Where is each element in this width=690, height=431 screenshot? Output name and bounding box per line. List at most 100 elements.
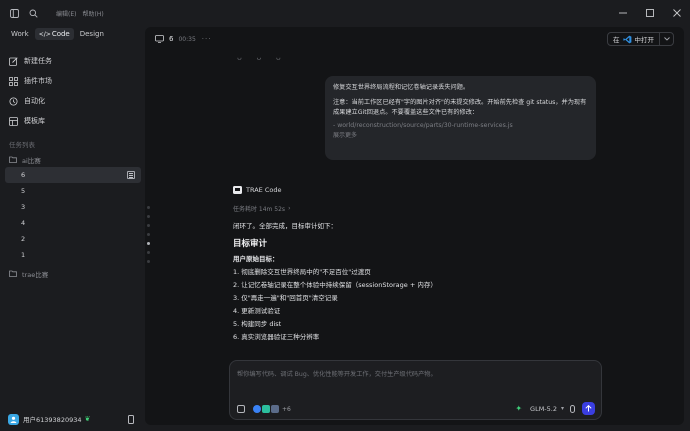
folder-label: trae比赛 [22, 270, 49, 279]
agent-avatar-icon [262, 405, 270, 413]
agent-name: TRAE Code [246, 186, 282, 194]
task-item-5[interactable]: 5 [5, 183, 141, 199]
open-in-main[interactable]: 在 中打开 [608, 33, 659, 45]
timeline-dot[interactable] [147, 215, 150, 218]
conversation-timeline[interactable] [147, 206, 152, 269]
sidebar: Work </>Code Design 新建任务 插件市场 自动化 模板库 任务… [0, 26, 144, 431]
send-button[interactable] [582, 402, 595, 415]
menu-edit[interactable]: 编辑(E) [56, 9, 76, 18]
sidebar-item-label: 新建任务 [24, 57, 52, 65]
task-item-1[interactable]: 1 [5, 247, 141, 263]
open-in-editor-button[interactable]: 在 中打开 [607, 32, 674, 46]
goal-list: 1. 彻底删除交互世界终局中的"不足百位"过渡页 2. 让记忆卷轴记录在整个体验… [233, 268, 613, 342]
session-time: 00:35 [178, 35, 196, 43]
folder-icon [9, 156, 17, 164]
task-list-title: 任务列表 [9, 141, 35, 149]
minimize-icon[interactable] [609, 0, 636, 26]
folder-trae-contest[interactable]: trae比赛 [0, 266, 144, 281]
session-number: 6 [169, 35, 174, 43]
sidebar-nav: 新建任务 插件市场 自动化 模板库 [0, 51, 144, 131]
elapsed-toggle[interactable]: 任务耗时 14m 52s › [233, 204, 613, 213]
list-item: 2. 让记忆卷轴记录在整个体验中持续保留（sessionStorage + 内存… [233, 281, 437, 289]
title-bar: 编辑(E) 帮助(H) [0, 0, 690, 26]
window-controls [609, 0, 690, 26]
faded-glyphs: ᴗ ᴗ ᴗ [237, 53, 287, 62]
folder-icon [9, 270, 17, 278]
agent-reply: TRAE Code 任务耗时 14m 52s › 闭环了。全部完成，目标审计如下… [233, 184, 613, 346]
close-icon[interactable] [663, 0, 690, 26]
task-item-4[interactable]: 4 [5, 215, 141, 231]
chevron-down-icon[interactable] [659, 33, 673, 45]
agent-avatar-icon [271, 405, 279, 413]
task-item-2[interactable]: 2 [5, 231, 141, 247]
search-icon[interactable] [28, 8, 38, 18]
timeline-dot[interactable] [147, 233, 150, 236]
show-more-link[interactable]: 展示更多 [333, 131, 588, 141]
list-item: 3. 仅"再走一遍"和"回首页"清空记录 [233, 294, 338, 302]
list-item: 6. 真实浏览器验证三种分辨率 [233, 333, 320, 341]
elapsed-time: 任务耗时 14m 52s [233, 206, 286, 213]
agent-selector[interactable]: +6 [253, 405, 291, 413]
user-message-bubble: 修复交互世界终局流程和记忆卷轴记录丢失问题。 注意：当前工作区已经有"字的图片对… [325, 76, 596, 160]
timeline-dot[interactable] [147, 251, 150, 254]
chat-composer[interactable]: 帮你编写代码、调试 Bug、优化性能等开发工作，交付生产级代码产物。 +6 ✦ … [229, 360, 602, 420]
session-header: 6 00:35 ··· 在 中打开 [145, 27, 684, 51]
grid-icon [9, 76, 18, 86]
sparkle-icon[interactable]: ✦ [515, 404, 522, 413]
tab-work[interactable]: Work [7, 28, 33, 40]
sidebar-toggle-icon[interactable] [9, 8, 19, 18]
list-item: 1. 彻底删除交互世界终局中的"不足百位"过渡页 [233, 268, 371, 276]
task-label: 1 [21, 251, 26, 259]
user-bar[interactable]: 用户61393820934 ❦ [0, 407, 144, 431]
leaf-icon: ❦ [84, 415, 91, 423]
microphone-icon[interactable] [570, 404, 575, 413]
reply-lead: 闭环了。全部完成，目标审计如下： [233, 222, 337, 230]
maximize-icon[interactable] [636, 0, 663, 26]
vscode-icon [622, 35, 632, 44]
folder-label: ai比赛 [22, 156, 41, 165]
code-icon: </> [38, 31, 51, 38]
task-label: 4 [21, 219, 26, 227]
task-label: 5 [21, 187, 26, 195]
reply-subheading: 用户原始目标： [233, 255, 279, 263]
timeline-dot-active[interactable] [147, 242, 150, 245]
phone-icon[interactable] [128, 415, 134, 424]
task-label: 2 [21, 235, 26, 243]
task-item-3[interactable]: 3 [5, 199, 141, 215]
task-label: 6 [21, 171, 26, 179]
add-context-icon[interactable] [237, 405, 245, 413]
sidebar-item-templates[interactable]: 模板库 [0, 111, 144, 131]
timeline-dot[interactable] [147, 206, 150, 209]
avatar [8, 413, 19, 425]
folder-ai-contest[interactable]: ai比赛 [0, 152, 144, 167]
menu-help[interactable]: 帮助(H) [82, 9, 103, 18]
user-name: 用户61393820934 [23, 416, 82, 424]
timeline-dot[interactable] [147, 260, 150, 263]
task-item-6[interactable]: 6 [5, 167, 141, 183]
sidebar-item-label: 模板库 [24, 117, 45, 125]
sidebar-item-new-task[interactable]: 新建任务 [0, 51, 144, 71]
task-label: 3 [21, 203, 26, 211]
trae-logo-icon [233, 186, 242, 194]
task-running-icon [127, 171, 135, 179]
template-icon [9, 116, 18, 126]
main-panel: 6 00:35 ··· 在 中打开 ᴗ ᴗ ᴗ 修复交互世界终局流程和记忆卷轴记… [145, 27, 684, 425]
sidebar-item-automation[interactable]: 自动化 [0, 91, 144, 111]
tab-design[interactable]: Design [76, 28, 108, 40]
tab-code[interactable]: </>Code [34, 28, 74, 40]
composer-input[interactable]: 帮你编写代码、调试 Bug、优化性能等开发工作，交付生产级代码产物。 [237, 369, 437, 378]
open-in-label: 在 [613, 36, 620, 44]
more-options-button[interactable]: ··· [202, 35, 212, 43]
user-message-line: 修复交互世界终局流程和记忆卷轴记录丢失问题。 [333, 84, 470, 91]
tab-code-label: Code [51, 30, 70, 38]
agent-count: +6 [282, 405, 291, 413]
user-message-line: 注意：当前工作区已经有"字的图片对齐"的未提交修改。开始前先检查 git sta… [333, 99, 587, 116]
list-item: 5. 构建同步 dist [233, 320, 282, 328]
user-message-path: - world/reconstruction/source/parts/30-r… [333, 122, 513, 129]
chevron-down-icon[interactable]: ▾ [561, 405, 564, 412]
reply-heading: 目标审计 [233, 239, 268, 249]
model-selector[interactable]: GLM-5.2 [530, 405, 557, 413]
sidebar-item-plugin-market[interactable]: 插件市场 [0, 71, 144, 91]
agent-avatar-icon [253, 405, 261, 413]
timeline-dot[interactable] [147, 224, 150, 227]
